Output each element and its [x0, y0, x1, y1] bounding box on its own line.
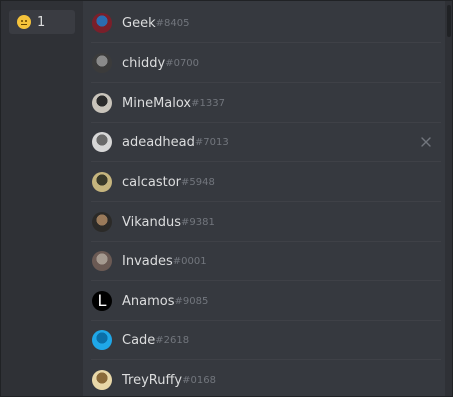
- avatar[interactable]: [92, 251, 112, 271]
- user-discriminator: #9381: [181, 216, 215, 228]
- avatar[interactable]: [92, 212, 112, 232]
- username[interactable]: Vikandus: [122, 215, 181, 230]
- avatar[interactable]: [92, 13, 112, 33]
- scrollbar-thumb[interactable]: [447, 5, 451, 37]
- slightly-smiling-face-icon: [17, 15, 31, 29]
- user-row-cade[interactable]: Cade #2618: [83, 320, 441, 360]
- avatar[interactable]: L: [92, 291, 112, 311]
- user-discriminator: #9085: [174, 295, 209, 307]
- avatar[interactable]: [92, 53, 112, 73]
- user-discriminator: #5948: [181, 176, 215, 188]
- user-row-adeadhead[interactable]: adeadhead #7013: [83, 122, 441, 162]
- avatar[interactable]: [92, 132, 112, 152]
- user-discriminator: #8405: [155, 17, 190, 29]
- user-discriminator: #0700: [165, 57, 200, 69]
- reaction-count: 1: [37, 14, 46, 30]
- reactions-modal: 1 Geek #8405 chiddy #0700 MineMalox #1337 adea…: [0, 0, 453, 397]
- avatar[interactable]: [92, 330, 112, 350]
- avatar[interactable]: [92, 172, 112, 192]
- username[interactable]: Geek: [122, 16, 156, 31]
- username[interactable]: chiddy: [122, 56, 165, 71]
- user-discriminator: #2618: [155, 334, 190, 346]
- user-row-minemalox[interactable]: MineMalox #1337: [83, 83, 441, 123]
- user-discriminator: #7013: [194, 136, 229, 148]
- user-row-vikandus[interactable]: Vikandus #9381: [83, 202, 441, 242]
- reaction-item-slightly-smiling-face[interactable]: 1: [9, 10, 75, 34]
- username[interactable]: TreyRuffy: [122, 373, 182, 388]
- user-row-chiddy[interactable]: chiddy #0700: [83, 43, 441, 83]
- username[interactable]: Cade: [122, 333, 155, 348]
- user-row-geek[interactable]: Geek #8405: [83, 3, 441, 43]
- user-discriminator: #1337: [191, 97, 225, 109]
- avatar[interactable]: [92, 93, 112, 113]
- username[interactable]: adeadhead: [122, 135, 195, 150]
- user-row-calcastor[interactable]: calcastor #5948: [83, 162, 441, 202]
- reaction-user-list: Geek #8405 chiddy #0700 MineMalox #1337 adeadh…: [83, 1, 445, 396]
- username[interactable]: MineMalox: [122, 96, 191, 111]
- username[interactable]: calcastor: [122, 175, 181, 190]
- user-row-treyruffy[interactable]: TreyRuffy #0168: [83, 360, 441, 396]
- user-discriminator: #0001: [172, 255, 207, 267]
- reactions-sidebar: 1: [1, 1, 83, 396]
- close-icon[interactable]: [419, 135, 433, 149]
- username[interactable]: Invades: [122, 254, 173, 269]
- user-row-invades[interactable]: Invades #0001: [83, 241, 441, 281]
- scrollbar[interactable]: [445, 1, 452, 396]
- user-discriminator: #0168: [182, 374, 216, 386]
- username[interactable]: Anamos: [122, 294, 175, 309]
- user-row-anamos[interactable]: L Anamos #9085: [83, 281, 441, 321]
- avatar[interactable]: [92, 370, 112, 390]
- avatar-letter: L: [97, 291, 107, 310]
